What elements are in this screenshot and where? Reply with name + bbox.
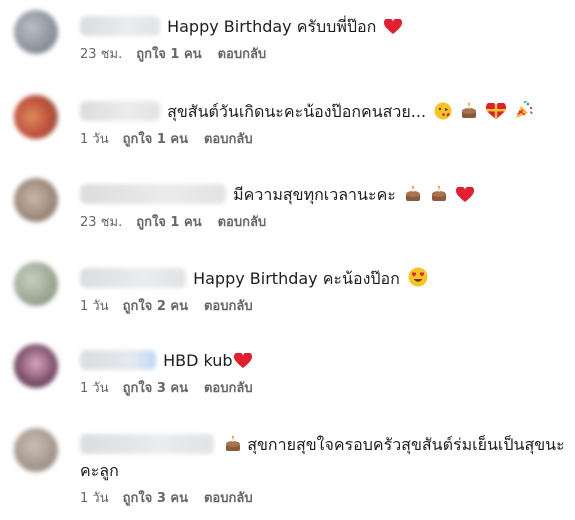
- heart-eyes-face-icon: [408, 267, 428, 287]
- heart-icon: [233, 353, 252, 369]
- comment-body: มีความสุขทุกเวลานะคะ 23 ชม. ถูกใจ 1 คน ต…: [80, 182, 567, 232]
- comment-meta: 1 วัน ถูกใจ 2 คน ตอบกลับ: [80, 298, 567, 316]
- comment-text: สุขสันต์วันเกิดนะคะน้องป๊อกคนสวย...: [167, 102, 427, 121]
- cake-icon: [404, 185, 422, 203]
- comment-text-line: HBD kub: [80, 348, 567, 374]
- comment-body: Happy Birthday คะน้องป๊อก 1 วัน ถูกใจ 2 …: [80, 266, 567, 316]
- username-blurred[interactable]: [80, 434, 214, 454]
- comment-age: 23 ชม.: [80, 47, 123, 62]
- comment-age: 1 วัน: [80, 132, 109, 147]
- cake-icon: [224, 435, 242, 453]
- comment-text-line: มีความสุขทุกเวลานะคะ: [80, 182, 567, 208]
- party-popper-icon: [514, 100, 534, 120]
- comment-list: Happy Birthday ครับบพี่ป๊อก 23 ชม. ถูกใจ…: [0, 0, 575, 520]
- comment-text-line: สุขกายสุขใจครอบครัวสุขสันต์ร่มเย็นเป็นสุ…: [80, 432, 567, 484]
- avatar[interactable]: [14, 262, 58, 306]
- comment-meta: 1 วัน ถูกใจ 3 คน ตอบกลับ: [80, 490, 567, 508]
- kiss-face-icon: [434, 102, 452, 120]
- like-count[interactable]: ถูกใจ 1 คน: [136, 214, 201, 232]
- avatar[interactable]: [14, 95, 58, 139]
- comment-text-line: Happy Birthday ครับบพี่ป๊อก: [80, 14, 567, 40]
- reply-button[interactable]: ตอบกลับ: [218, 46, 267, 64]
- gift-heart-icon: [486, 103, 507, 120]
- cake-icon: [460, 102, 478, 120]
- comment-text-line: สุขสันต์วันเกิดนะคะน้องป๊อกคนสวย...: [80, 99, 567, 125]
- heart-icon: [456, 187, 475, 203]
- comment-body: สุขกายสุขใจครอบครัวสุขสันต์ร่มเย็นเป็นสุ…: [80, 432, 567, 508]
- comment-text: HBD kub: [163, 351, 233, 370]
- like-count[interactable]: ถูกใจ 3 คน: [123, 380, 188, 398]
- username-blurred[interactable]: [80, 101, 160, 121]
- avatar[interactable]: [14, 344, 58, 388]
- comment-text-line: Happy Birthday คะน้องป๊อก: [80, 266, 567, 292]
- comment-meta: 1 วัน ถูกใจ 1 คน ตอบกลับ: [80, 131, 567, 149]
- comment-text: Happy Birthday ครับบพี่ป๊อก: [167, 17, 377, 36]
- username-blurred[interactable]: [80, 16, 160, 36]
- cake-icon: [430, 185, 448, 203]
- comment-text: Happy Birthday คะน้องป๊อก: [193, 269, 400, 288]
- reply-button[interactable]: ตอบกลับ: [204, 131, 253, 149]
- comment-meta: 23 ชม. ถูกใจ 1 คน ตอบกลับ: [80, 214, 567, 232]
- reply-button[interactable]: ตอบกลับ: [204, 490, 253, 508]
- username-blurred[interactable]: [80, 184, 226, 204]
- comment-body: HBD kub 1 วัน ถูกใจ 3 คน ตอบกลับ: [80, 348, 567, 398]
- avatar[interactable]: [14, 10, 58, 54]
- like-count[interactable]: ถูกใจ 1 คน: [123, 131, 188, 149]
- comment-text: มีความสุขทุกเวลานะคะ: [233, 185, 396, 204]
- username-blurred[interactable]: [80, 350, 156, 370]
- heart-icon: [384, 19, 403, 35]
- reply-button[interactable]: ตอบกลับ: [204, 380, 253, 398]
- comment-age: 1 วัน: [80, 381, 109, 396]
- comment-age: 1 วัน: [80, 491, 109, 506]
- avatar[interactable]: [14, 178, 58, 222]
- comment-meta: 23 ชม. ถูกใจ 1 คน ตอบกลับ: [80, 46, 567, 64]
- username-blurred[interactable]: [80, 268, 186, 288]
- comment-body: สุขสันต์วันเกิดนะคะน้องป๊อกคนสวย... 1 วั…: [80, 99, 567, 149]
- avatar[interactable]: [14, 428, 58, 472]
- like-count[interactable]: ถูกใจ 2 คน: [123, 298, 188, 316]
- reply-button[interactable]: ตอบกลับ: [218, 214, 267, 232]
- comment-age: 23 ชม.: [80, 215, 123, 230]
- like-count[interactable]: ถูกใจ 1 คน: [136, 46, 201, 64]
- like-count[interactable]: ถูกใจ 3 คน: [123, 490, 188, 508]
- reply-button[interactable]: ตอบกลับ: [204, 298, 253, 316]
- comment-age: 1 วัน: [80, 299, 109, 314]
- comment-body: Happy Birthday ครับบพี่ป๊อก 23 ชม. ถูกใจ…: [80, 14, 567, 64]
- comment-meta: 1 วัน ถูกใจ 3 คน ตอบกลับ: [80, 380, 567, 398]
